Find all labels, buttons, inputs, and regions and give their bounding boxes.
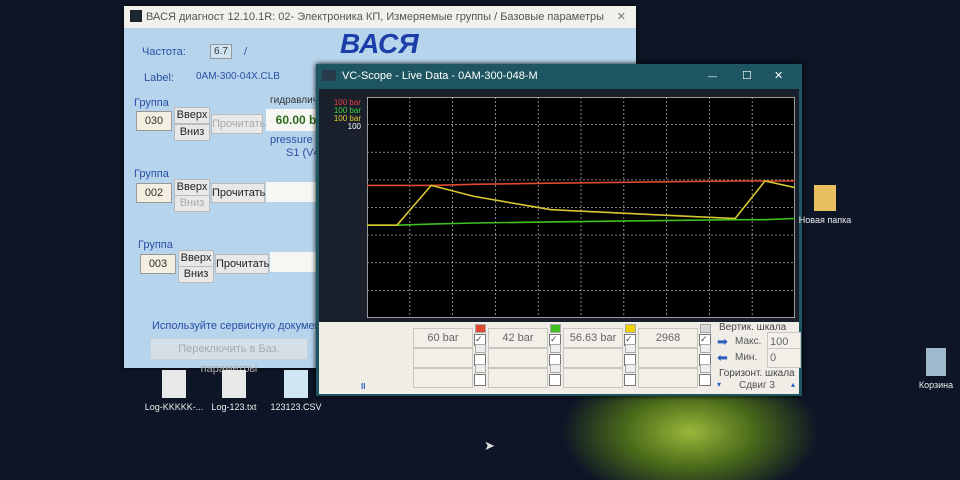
channel-value [488,348,548,368]
channel-value [413,348,473,368]
channel-checkbox[interactable] [624,374,636,386]
group-2-up-button[interactable]: Вверх [174,179,210,196]
desktop-icon[interactable]: 123123.CSV [256,370,336,412]
vasya-titlebar: ВАСЯ диагност 12.10.1R: 02- Электроника … [124,6,636,28]
channel-color-swatch[interactable] [700,324,711,333]
switch-basic-params-button[interactable]: Переключить в Баз. параметры [150,338,308,375]
maximize-button[interactable]: ☐ [742,64,752,88]
group-3-label: Группа [138,239,173,251]
channel-value [563,348,623,368]
channel-checkbox[interactable] [549,374,561,386]
channel-color-swatch[interactable] [475,344,486,353]
file-icon [162,370,186,398]
group-3-down-button[interactable]: Вниз [178,266,214,283]
channel-color-swatch[interactable] [700,344,711,353]
freq-sep: / [244,46,248,58]
channel-value: 60 bar [413,328,473,348]
scope-app-icon [322,70,336,81]
channel-color-swatch[interactable] [475,364,486,373]
group-1-desc: pressure s [270,134,322,146]
min-label: Мин. [735,352,758,363]
shift-value: Сдвиг 3 [739,380,775,391]
channel-value [413,368,473,388]
channel-value: 42 bar [488,328,548,348]
group-2-read-button[interactable]: Прочитать [211,183,265,203]
desktop-icon[interactable]: Корзина [896,348,960,390]
spin-up-icon[interactable]: ▴ [791,380,795,389]
logo: ВАСЯ [340,28,419,59]
group-1-up-button[interactable]: Вверх [174,107,210,124]
window-title: ВАСЯ диагност 12.10.1R: 02- Электроника … [146,11,605,23]
group-2-down-button[interactable]: Вниз [174,195,210,212]
channel-value [638,368,698,388]
icon-label: Корзина [918,380,954,390]
scope-chart [367,97,795,318]
folder-icon [814,185,836,211]
channel-value [488,368,548,388]
max-label: Макс. [735,336,762,347]
mouse-cursor-icon: ➤ [484,438,495,453]
vc-scope-window: VC-Scope - Live Data - 0AM-300-048-M — ☐… [316,64,802,396]
channel-value [563,368,623,388]
group-3-up-button[interactable]: Вверх [178,250,214,267]
channel-color-swatch[interactable] [625,324,636,333]
group-1-read-button[interactable]: Прочитать [211,114,265,134]
control-panel: 60 bar ✓ 42 bar ✓ 56.63 bar ✓ 2968 ✓ Вертик. шк… [319,322,801,394]
channel-color-swatch[interactable] [550,364,561,373]
channel-value: 56.63 bar [563,328,623,348]
app-icon [130,10,142,22]
csv-file-icon [284,370,308,398]
channel-color-swatch[interactable] [550,324,561,333]
channel-checkbox[interactable] [474,374,486,386]
channel-value [638,348,698,368]
group-3-value [270,252,322,272]
icon-label: Log-123.txt [211,402,257,412]
channel-value: 2968 [638,328,698,348]
scope-titlebar: VC-Scope - Live Data - 0AM-300-048-M — ☐… [316,64,802,88]
horiz-scale-label: Горизонт. шкала [719,368,795,379]
group-2-value [266,182,322,202]
channel-color-swatch[interactable] [625,364,636,373]
channel-color-swatch[interactable] [475,324,486,333]
channel-checkbox[interactable] [699,374,711,386]
plot-area: 100 bar 100 bar 100 bar 100 [319,89,799,322]
min-input[interactable]: 0 [767,348,801,368]
recycle-bin-icon [926,348,946,376]
arrow-left-icon[interactable]: ⬅ [717,350,728,366]
group-2-label: Группа [134,168,169,180]
group-3-read-button[interactable]: Прочитать [215,254,269,274]
group-2-input[interactable]: 002 [136,183,172,203]
spin-down-icon[interactable]: ▾ [717,380,721,389]
channel-color-swatch[interactable] [550,344,561,353]
file-icon [222,370,246,398]
label-label: Label: [144,72,174,84]
group-1-input[interactable]: 030 [136,111,172,131]
group-1-label: Группа [134,97,169,109]
channel-color-swatch[interactable] [700,364,711,373]
freq-label: Частота: [142,46,186,58]
scope-title: VC-Scope - Live Data - 0AM-300-048-M [342,70,538,82]
channel-color-swatch[interactable] [625,344,636,353]
desktop-icon[interactable]: Новая папка [785,185,865,225]
hint-text: Используйте сервисную документац [152,320,339,332]
icon-label: 123123.CSV [270,402,322,412]
scope-close-button[interactable]: ✕ [774,64,783,88]
arrow-right-icon[interactable]: ➡ [717,334,728,350]
group-1-header: гидравлич [270,95,318,106]
minimize-button[interactable]: — [708,64,717,88]
label-value: 0AM-300-04X.CLB [196,71,280,82]
pause-button[interactable]: II [361,382,365,391]
axis-label: 100 [347,122,361,131]
icon-label: Новая папка [798,215,852,225]
group-3-input[interactable]: 003 [140,254,176,274]
group-1-down-button[interactable]: Вниз [174,124,210,141]
freq-value: 6.7 [210,44,232,59]
close-button[interactable]: ✕ [617,6,626,28]
